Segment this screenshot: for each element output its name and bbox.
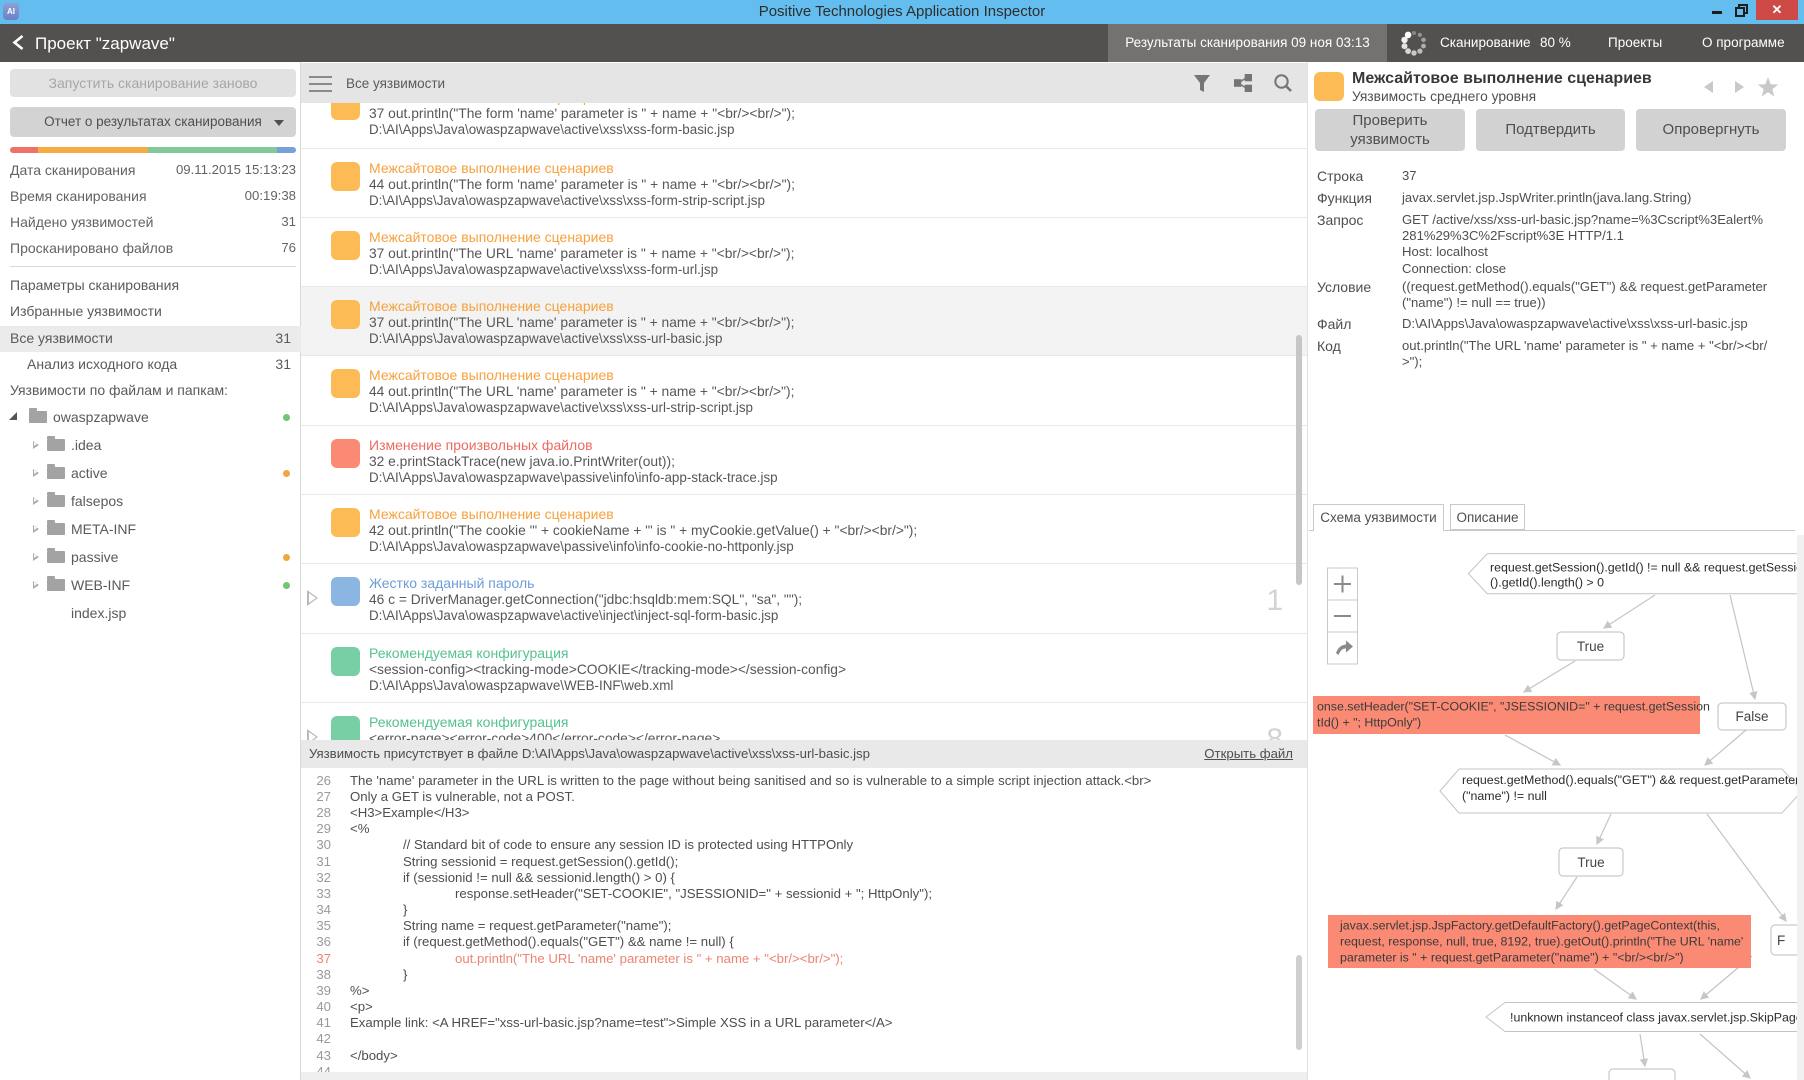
svg-text:!unknown instanceof class java: !unknown instanceof class javax.servlet.… xyxy=(1510,1011,1804,1025)
svg-text:parameter is " + request.getPa: parameter is " + request.getParameter("n… xyxy=(1340,951,1684,965)
svg-text:False: False xyxy=(1735,709,1768,724)
svg-text:().getId().length() > 0: ().getId().length() > 0 xyxy=(1490,576,1604,590)
svg-text:tId() + "; HttpOnly"): tId() + "; HttpOnly") xyxy=(1317,716,1421,730)
svg-text:request, response, null, true,: request, response, null, true, 8192, tru… xyxy=(1340,935,1743,949)
svg-text:request.getSession().getId() !: request.getSession().getId() != null && … xyxy=(1490,561,1803,575)
svg-text:request.getMethod().equals("GE: request.getMethod().equals("GET") && req… xyxy=(1462,773,1799,787)
svg-text:onse.setHeader("SET-COOKIE", ": onse.setHeader("SET-COOKIE", "JSESSIONID… xyxy=(1317,700,1710,714)
svg-text:True: True xyxy=(1577,639,1604,654)
svg-text:javax.servlet.jsp.JspFactory.g: javax.servlet.jsp.JspFactory.getDefaultF… xyxy=(1339,919,1720,933)
svg-text:F: F xyxy=(1777,933,1785,948)
svg-text:("name") != null: ("name") != null xyxy=(1462,789,1547,803)
svg-text:True: True xyxy=(1577,855,1604,870)
